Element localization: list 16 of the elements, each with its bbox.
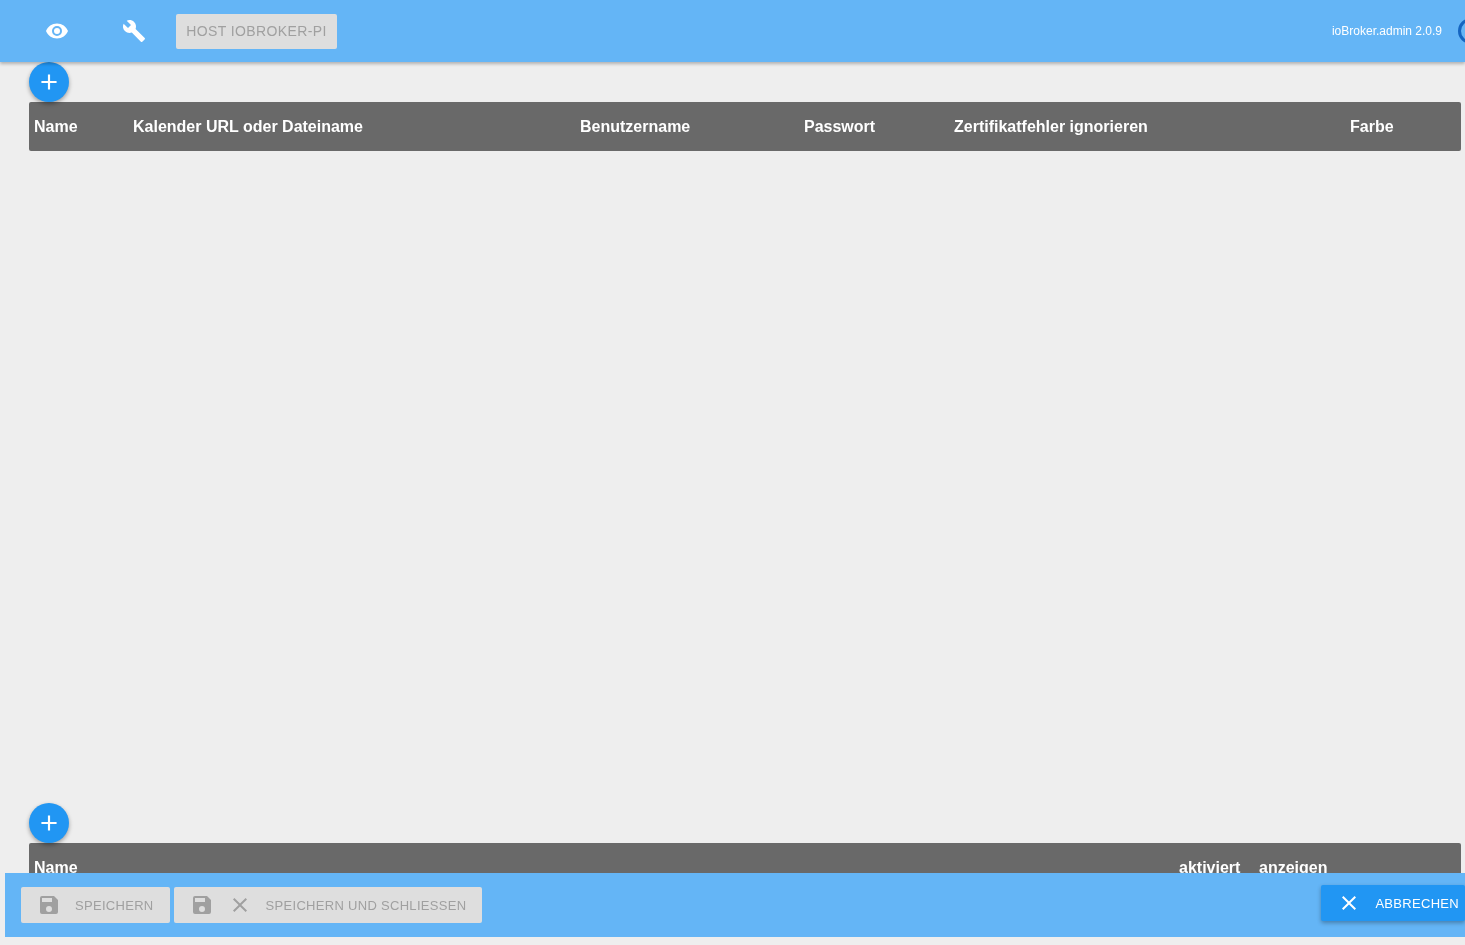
add-button[interactable]	[29, 803, 69, 843]
column-header: aktiviert	[1178, 858, 1242, 878]
cancel-button[interactable]: ABBRECHEN	[1321, 885, 1465, 921]
column-header: Benutzername	[579, 117, 692, 137]
save-icon	[37, 893, 61, 917]
column-header: Passwort	[803, 117, 877, 137]
column-header: Zertifikatfehler ignorieren	[953, 117, 1149, 137]
column-header: Name	[33, 858, 79, 878]
add-button[interactable]	[29, 62, 69, 102]
column-header: anzeigen	[1258, 858, 1329, 878]
version-label: ioBroker.admin 2.0.9	[1331, 24, 1442, 38]
column-header: Farbe	[1349, 117, 1395, 137]
column-header: Kalender URL oder Dateiname	[132, 117, 364, 137]
wrench-icon[interactable]	[122, 19, 146, 43]
column-header: Name	[33, 117, 79, 137]
host-button[interactable]: HOST IOBROKER-PI	[176, 13, 337, 49]
